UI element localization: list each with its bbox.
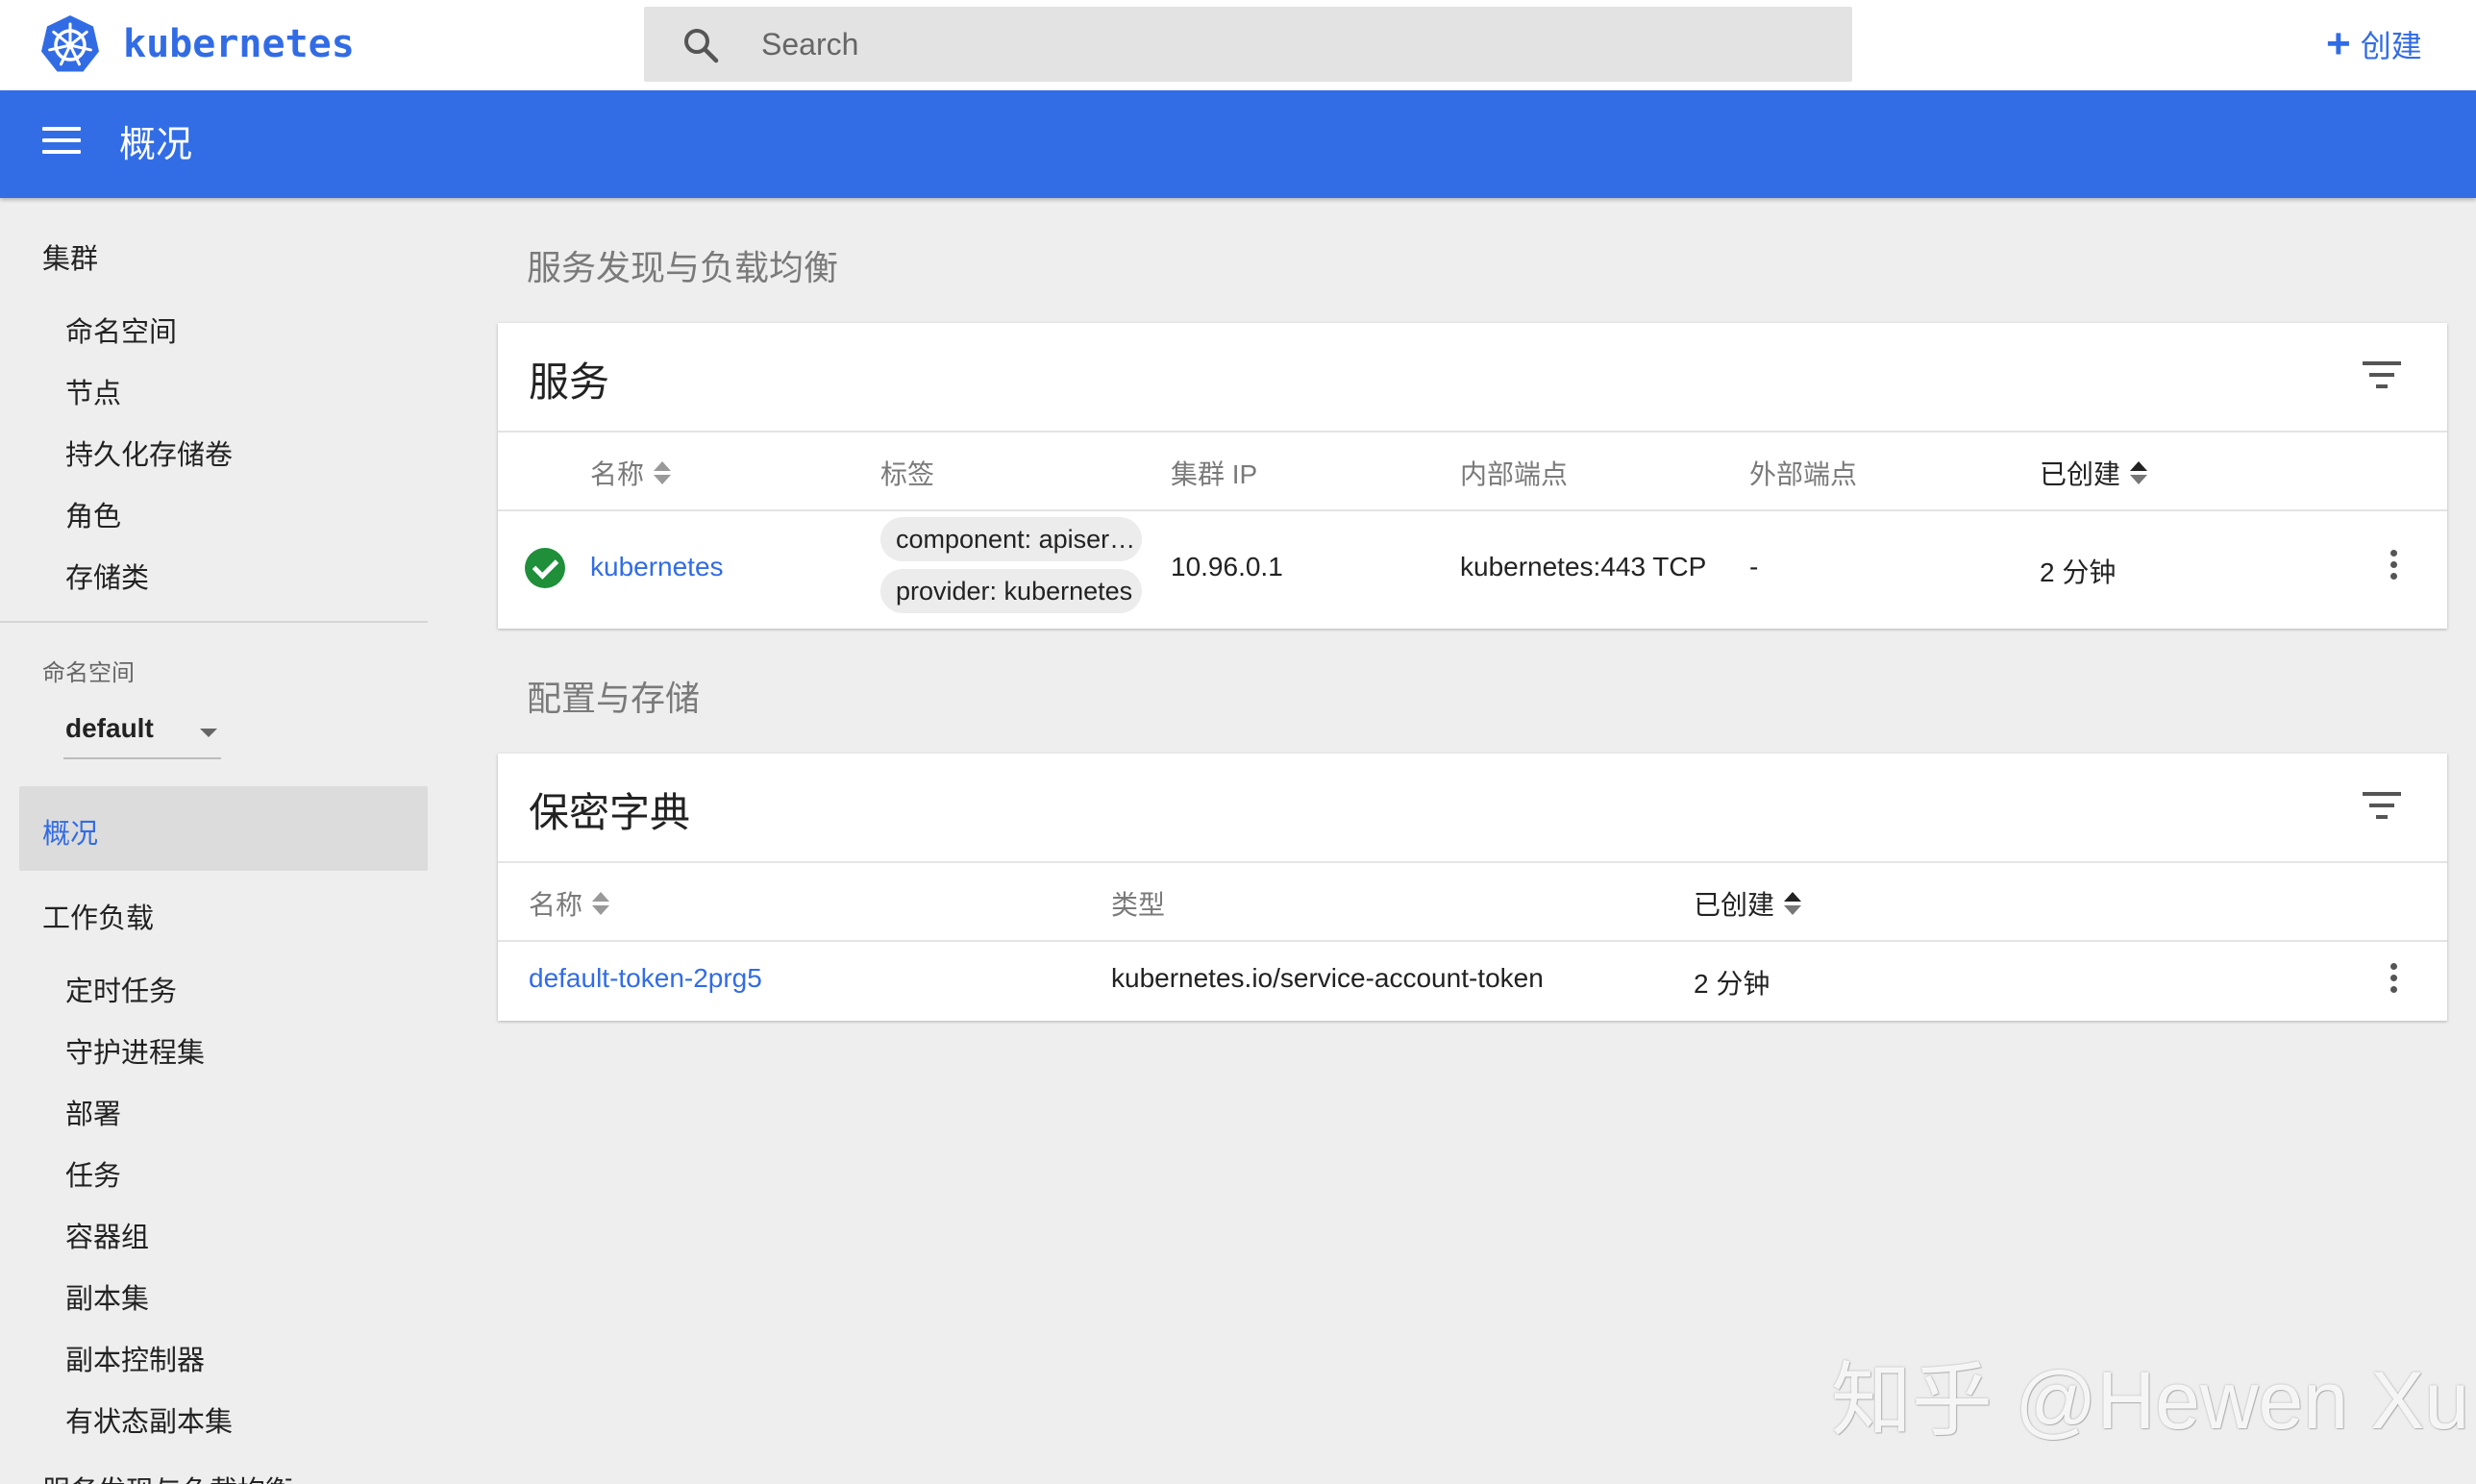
services-card-title: 服务 — [529, 359, 610, 405]
internal-endpoint-value: kubernetes:443 TCP — [1460, 552, 1707, 581]
sidebar-item-cron-jobs[interactable]: 定时任务 — [65, 969, 177, 1009]
sort-ascending-icon — [2130, 459, 2148, 486]
column-header-name[interactable]: 名称 — [590, 454, 672, 492]
sidebar-item-jobs[interactable]: 任务 — [65, 1153, 121, 1194]
secret-type-value: kubernetes.io/service-account-token — [1111, 963, 1544, 993]
sidebar-group-workloads[interactable]: 工作负载 — [42, 896, 154, 936]
search-icon — [684, 29, 719, 63]
sidebar-item-overview[interactable]: 概况 — [19, 786, 428, 871]
kubernetes-logo-icon[interactable] — [38, 13, 102, 77]
namespace-label: 命名空间 — [42, 660, 135, 686]
sidebar-group-cluster[interactable]: 集群 — [42, 236, 98, 277]
sidebar-item-overview-label: 概况 — [42, 819, 99, 850]
sidebar-item-roles[interactable]: 角色 — [65, 494, 121, 534]
sidebar-divider — [0, 621, 428, 623]
column-header-name[interactable]: 名称 — [529, 884, 610, 923]
card-divider — [498, 431, 2447, 433]
column-header-labels: 标签 — [880, 459, 935, 489]
secrets-card-title: 保密字典 — [529, 790, 691, 835]
column-header-created[interactable]: 已创建 — [2040, 454, 2148, 492]
sidebar-item-deployments[interactable]: 部署 — [65, 1092, 121, 1132]
column-header-type: 类型 — [1111, 890, 1166, 920]
filter-icon[interactable] — [2363, 792, 2401, 821]
sidebar-item-replication-controllers[interactable]: 副本控制器 — [65, 1338, 205, 1378]
card-divider — [498, 861, 2447, 863]
sidebar-item-pods[interactable]: 容器组 — [65, 1215, 149, 1255]
created-value: 2 分钟 — [2040, 557, 2117, 587]
external-endpoint-value: - — [1749, 552, 1759, 581]
label-chip: component: apiser… — [880, 517, 1142, 561]
sort-icon — [654, 459, 672, 486]
create-button-label: 创建 — [2360, 29, 2422, 63]
sort-ascending-icon — [1784, 890, 1802, 917]
row-divider — [498, 940, 2447, 942]
more-vert-icon[interactable] — [2388, 963, 2399, 998]
sidebar-item-storage-classes[interactable]: 存储类 — [65, 556, 149, 596]
namespace-value: default — [65, 713, 154, 743]
search-input[interactable] — [761, 20, 1819, 68]
label-chip: provider: kubernetes — [880, 569, 1142, 613]
more-vert-icon[interactable] — [2388, 550, 2399, 584]
filter-icon[interactable] — [2363, 361, 2401, 390]
secrets-card: 保密字典 名称 类型 已创建 default-token-2prg5 kuber… — [498, 754, 2447, 1021]
menu-icon[interactable] — [42, 127, 81, 161]
namespace-select[interactable]: default — [63, 705, 221, 759]
services-card: 服务 名称 标签 集群 IP 内部端点 外部端点 已创建 kubernetes … — [498, 323, 2447, 629]
title-bar: 概况 — [0, 90, 2476, 198]
page-title: 概况 — [119, 125, 193, 165]
column-header-created[interactable]: 已创建 — [1694, 884, 1802, 923]
sidebar-group-discovery[interactable]: 服务发现与负载均衡 — [42, 1469, 293, 1484]
cluster-ip-value: 10.96.0.1 — [1171, 552, 1283, 581]
secret-name-link[interactable]: default-token-2prg5 — [529, 963, 762, 994]
chevron-down-icon — [200, 729, 217, 737]
create-button[interactable]: + 创建 — [2326, 17, 2451, 71]
sidebar-item-replica-sets[interactable]: 副本集 — [65, 1276, 149, 1317]
column-header-internal-endpoints: 内部端点 — [1460, 459, 1569, 489]
plus-icon: + — [2326, 20, 2351, 67]
watermark: 知乎 @Hewen Xu — [1831, 1355, 2470, 1446]
column-header-external-endpoints: 外部端点 — [1749, 459, 1858, 489]
section-title-config: 配置与存储 — [527, 679, 701, 718]
sidebar-item-nodes[interactable]: 节点 — [65, 371, 121, 411]
status-ok-icon — [525, 548, 565, 588]
sidebar-item-stateful-sets[interactable]: 有状态副本集 — [65, 1399, 233, 1440]
sidebar: 集群 命名空间 节点 持久化存储卷 角色 存储类 命名空间 default 概况… — [0, 198, 442, 1484]
sidebar-item-persistent-volumes[interactable]: 持久化存储卷 — [65, 433, 233, 473]
column-header-cluster-ip: 集群 IP — [1171, 459, 1258, 489]
service-name-link[interactable]: kubernetes — [590, 552, 724, 582]
brand-name[interactable]: kubernetes — [123, 21, 355, 67]
sort-icon — [592, 890, 610, 917]
created-value: 2 分钟 — [1694, 969, 1770, 999]
search-box[interactable] — [644, 7, 1852, 82]
section-title-discovery: 服务发现与负载均衡 — [527, 248, 839, 287]
sidebar-item-daemon-sets[interactable]: 守护进程集 — [65, 1030, 205, 1071]
top-bar: kubernetes + 创建 — [0, 0, 2476, 90]
sidebar-item-namespaces[interactable]: 命名空间 — [65, 309, 177, 350]
row-divider — [498, 509, 2447, 511]
